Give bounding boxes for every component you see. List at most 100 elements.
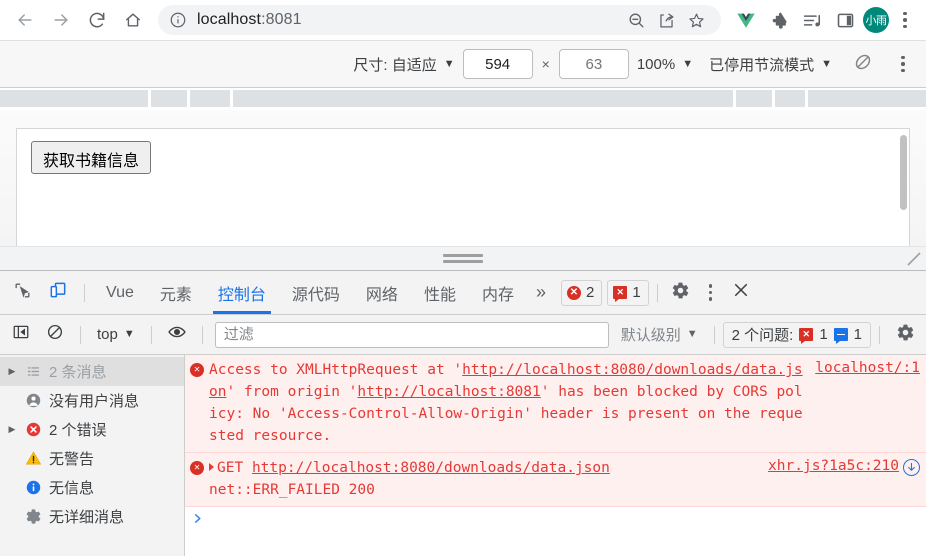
page-viewport: 获取书籍信息: [16, 128, 910, 248]
back-button[interactable]: [8, 3, 42, 37]
info-circle-icon[interactable]: [169, 11, 187, 29]
live-expression-button[interactable]: [162, 320, 192, 350]
console-sidebar-toggle-button[interactable]: [6, 320, 36, 350]
devtools-close-button[interactable]: [726, 278, 756, 308]
console-sidebar: ▶ 2 条消息 没有用户消息 ▶ 2 个错误 无警告 无信息 无详细消息: [0, 355, 185, 556]
source-link[interactable]: xhr.js?1a5c:210: [768, 458, 899, 474]
fetch-book-info-button[interactable]: 获取书籍信息: [31, 141, 152, 174]
drag-handle-icon[interactable]: [443, 254, 483, 263]
viewport-height-input[interactable]: [558, 49, 629, 79]
console-message-error[interactable]: ✕ GET http://localhost:8080/downloads/da…: [185, 453, 926, 508]
chevron-down-icon: ▼: [443, 57, 455, 70]
avatar[interactable]: 小雨: [863, 7, 889, 33]
console-filter-input[interactable]: [214, 321, 609, 348]
tab-network[interactable]: 网络: [353, 271, 411, 314]
console-settings-button[interactable]: [890, 320, 920, 350]
tab-vue[interactable]: Vue: [93, 271, 147, 314]
devtools-more-button[interactable]: [696, 278, 726, 308]
list-icon: [20, 363, 46, 380]
tab-performance[interactable]: 性能: [411, 271, 469, 314]
toolbar-divider: [879, 325, 880, 344]
device-viewport-area: 获取书籍信息: [0, 110, 926, 270]
clear-console-button[interactable]: [40, 320, 70, 350]
tab-elements[interactable]: 元素: [147, 271, 205, 314]
tab-sources[interactable]: 源代码: [279, 271, 353, 314]
error-circle-icon: ✕: [185, 359, 209, 447]
dimension-separator: ×: [541, 56, 550, 72]
sidebar-item-info[interactable]: 无信息: [0, 473, 184, 502]
request-method: GET: [217, 460, 244, 477]
media-playlist-icon[interactable]: [797, 5, 827, 35]
media-query-segment[interactable]: [190, 90, 230, 107]
user-icon: [20, 392, 46, 409]
expand-arrow-icon[interactable]: ▶: [4, 424, 20, 435]
media-query-segment[interactable]: [151, 90, 187, 107]
open-in-network-panel-icon[interactable]: [903, 459, 920, 477]
reload-button[interactable]: [80, 3, 114, 37]
sidebar-item-user-messages[interactable]: 没有用户消息: [0, 386, 184, 415]
device-toolbar-more-button[interactable]: [886, 47, 920, 81]
gear-icon: [671, 281, 690, 305]
sidebar-item-errors[interactable]: ▶ 2 个错误: [0, 415, 184, 444]
tab-label: 内存: [481, 286, 514, 304]
source-link[interactable]: localhost/:1: [815, 360, 920, 376]
toggle-device-toolbar-button[interactable]: [42, 277, 74, 309]
error-circle-icon: ✕: [566, 285, 581, 300]
viewport-resize-bar[interactable]: [0, 246, 926, 270]
request-url-link[interactable]: http://localhost:8080/downloads/data.jso…: [252, 460, 610, 476]
zoom-select[interactable]: 100% ▼: [629, 47, 701, 81]
side-panel-icon[interactable]: [830, 5, 860, 35]
console-message-error[interactable]: ✕ Access to XMLHttpRequest at ' http://lo…: [185, 355, 926, 454]
star-icon[interactable]: [683, 7, 709, 33]
msg-link[interactable]: http://localhost:8081: [357, 384, 540, 400]
issue-count-badge[interactable]: ✕ 1: [607, 279, 649, 306]
sidebar-item-messages[interactable]: ▶ 2 条消息: [0, 357, 184, 386]
issues-error-count: 1: [819, 326, 828, 343]
tab-label: 性能: [423, 286, 456, 304]
media-query-segment[interactable]: [736, 90, 772, 107]
devtools-settings-button[interactable]: [666, 278, 696, 308]
share-icon[interactable]: [653, 7, 679, 33]
sidebar-item-label: 无信息: [49, 480, 95, 497]
throttling-select[interactable]: 已停用节流模式 ▼: [701, 47, 840, 81]
gear-icon: [896, 323, 915, 347]
issues-summary-chip[interactable]: 2 个问题: ✕ 1 1: [722, 321, 871, 348]
sidebar-item-warnings[interactable]: 无警告: [0, 444, 184, 473]
info-issue-icon: [833, 328, 848, 344]
media-query-segment[interactable]: [808, 90, 926, 107]
browser-toolbar: localhost:8081 小雨: [0, 0, 926, 40]
sidebar-item-label: 2 个错误: [49, 422, 107, 439]
tab-memory[interactable]: 内存: [469, 271, 527, 314]
close-icon: [732, 281, 750, 304]
three-dot-menu-icon[interactable]: [892, 5, 918, 35]
sidebar-item-label: 2 条消息: [49, 364, 107, 381]
home-button[interactable]: [116, 3, 150, 37]
media-query-segment[interactable]: [233, 90, 733, 107]
expand-arrow-icon[interactable]: [209, 463, 214, 472]
console-prompt[interactable]: [185, 507, 926, 526]
device-size-select[interactable]: 尺寸: 自适应 ▼: [345, 47, 462, 81]
inspect-element-button[interactable]: [6, 277, 38, 309]
rotate-device-button[interactable]: [846, 47, 880, 81]
error-count-badge[interactable]: ✕ 2: [560, 279, 603, 306]
console-log-level-select[interactable]: 默认级别 ▼: [613, 324, 706, 345]
error-circle-icon: ✕: [185, 457, 209, 501]
media-query-segment[interactable]: [0, 90, 148, 107]
toolbar-divider: [80, 325, 81, 344]
viewport-width-input[interactable]: [462, 49, 533, 79]
puzzle-piece-icon[interactable]: [764, 5, 794, 35]
corner-resize-handle-icon[interactable]: [906, 251, 922, 267]
tab-console[interactable]: 控制台: [205, 271, 279, 314]
sidebar-item-verbose[interactable]: 无详细消息: [0, 502, 184, 531]
execution-context-select[interactable]: top ▼: [89, 321, 143, 349]
forward-button[interactable]: [44, 3, 78, 37]
devtools-tabbar: Vue 元素 控制台 源代码 网络 性能 内存 » ✕ 2 ✕ 1: [0, 271, 926, 315]
zoom-out-icon[interactable]: [623, 7, 649, 33]
toolbar-divider: [201, 325, 203, 344]
address-bar[interactable]: localhost:8081: [158, 5, 721, 35]
viewport-scrollbar[interactable]: [900, 135, 907, 210]
more-tabs-button[interactable]: »: [527, 282, 555, 303]
media-query-segment[interactable]: [775, 90, 805, 107]
vue-devtools-icon[interactable]: [731, 5, 761, 35]
expand-arrow-icon[interactable]: ▶: [4, 366, 20, 377]
